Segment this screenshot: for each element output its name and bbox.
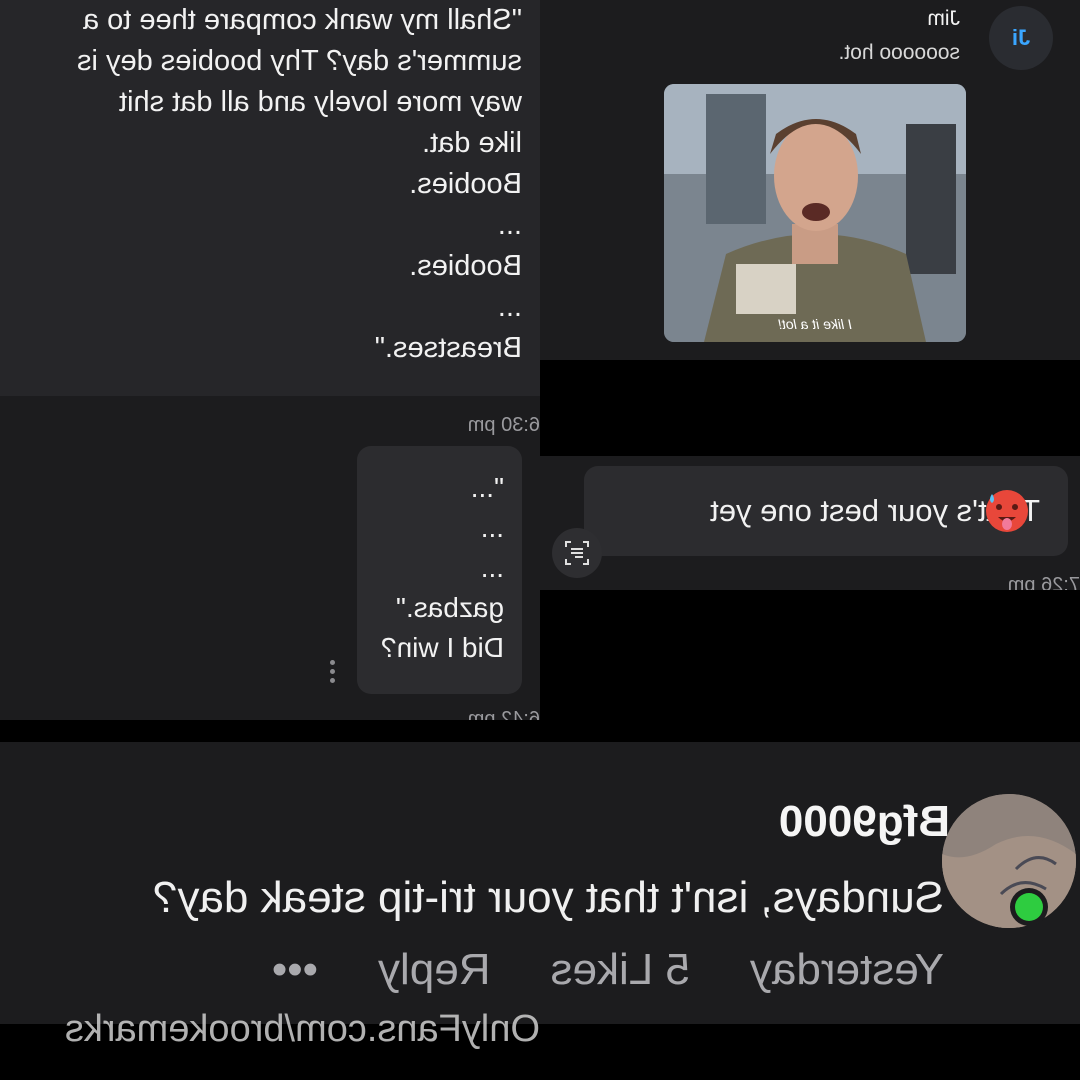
comment-meta: Yesterday 5 Likes Reply ••• <box>14 940 944 1000</box>
comment-timestamp: Yesterday <box>749 945 944 994</box>
hot-face-emoji-icon <box>986 490 1028 532</box>
avatar[interactable]: Ji <box>989 6 1053 70</box>
avatar-photo <box>942 794 1076 928</box>
comment-text: Sundays, isn't that your tri-tip steak d… <box>152 873 944 922</box>
avatar-initials: Ji <box>1011 25 1031 50</box>
chat-panel-left: "Shall my wank compare thee to a summer'… <box>0 0 540 720</box>
message-bubble[interactable]: That's your best one yet <box>584 466 1068 556</box>
comment-panel: Bfg9000 Sundays, isn't that your tri-tip… <box>0 742 1080 1024</box>
reply-message-text: "... ... ... gazbas." Did I win? <box>381 472 504 663</box>
watermark: OnlyFans.com/brookemarks <box>64 1008 540 1050</box>
commenter-username[interactable]: Bfg9000 <box>450 792 950 852</box>
chat-panel-right: Ji Jim soooooo hot. I like it a lot! <box>540 0 1080 360</box>
sender-name: Jim <box>927 7 960 30</box>
gif-caption: I like it a lot! <box>778 316 852 332</box>
more-options-button[interactable]: ••• <box>272 945 318 994</box>
online-status-dot <box>1015 893 1043 921</box>
poem-message-bubble: "Shall my wank compare thee to a summer'… <box>0 0 540 396</box>
more-options-icon[interactable] <box>329 660 337 688</box>
gif-scene-illustration <box>664 84 966 342</box>
chat-panel-middle: That's your best one yet 7:26 pm <box>540 456 1080 590</box>
poem-message-text: "Shall my wank compare thee to a summer'… <box>76 4 522 364</box>
commenter-avatar[interactable] <box>942 794 1076 928</box>
online-indicator-ring <box>1010 888 1048 926</box>
gif-image[interactable]: I like it a lot! <box>664 84 966 342</box>
reply-button[interactable]: Reply <box>378 945 491 994</box>
like-count-button[interactable]: 5 Likes <box>551 945 690 994</box>
message-timestamp: 7:26 pm <box>1007 574 1080 590</box>
reply-message-bubble[interactable]: "... ... ... gazbas." Did I win? <box>357 446 522 694</box>
message-timestamp: 6:30 pm <box>467 414 540 436</box>
message-text: soooooo hot. <box>838 41 960 64</box>
message-timestamp: 6:42 pm <box>467 708 540 720</box>
